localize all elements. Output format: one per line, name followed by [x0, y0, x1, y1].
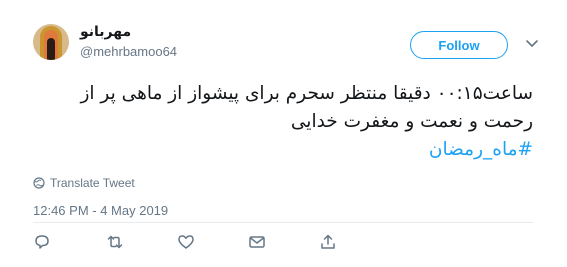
tweet-text-line-2: رحمت و نعمت و مغفرت خدایی: [290, 111, 533, 132]
globe-icon: [33, 177, 45, 189]
share-icon[interactable]: [319, 233, 337, 251]
avatar[interactable]: [33, 24, 69, 60]
screen-name[interactable]: @mehrbamoo64: [80, 44, 177, 59]
follow-button[interactable]: Follow: [410, 31, 508, 59]
tweet-text: ساعت۰۰:۱۵ دقیقا منتظر سحرم برای پیشواز ا…: [33, 80, 533, 164]
avatar-figure: [47, 38, 55, 60]
reply-icon[interactable]: [33, 233, 51, 251]
hashtag-link[interactable]: #ماه_رمضان: [429, 139, 533, 160]
display-name[interactable]: مهربانو: [80, 24, 131, 40]
tweet-text-line-1: ساعت۰۰:۱۵ دقیقا منتظر سحرم برای پیشواز ا…: [80, 83, 533, 104]
timestamp[interactable]: 12:46 PM - 4 May 2019: [33, 203, 168, 218]
divider: [33, 222, 533, 223]
mail-icon[interactable]: [248, 233, 266, 251]
heart-icon[interactable]: [177, 233, 195, 251]
translate-label: Translate Tweet: [50, 176, 135, 190]
translate-tweet-link[interactable]: Translate Tweet: [33, 176, 135, 190]
tweet-card: مهربانو @mehrbamoo64 Follow ساعت۰۰:۱۵ دق…: [0, 0, 567, 267]
retweet-icon[interactable]: [106, 233, 124, 251]
chevron-down-icon[interactable]: [524, 35, 540, 51]
